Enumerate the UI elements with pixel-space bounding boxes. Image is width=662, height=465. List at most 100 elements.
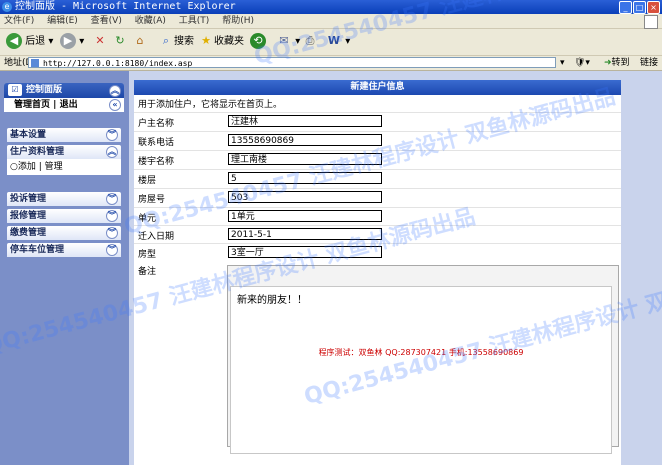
chevron-down-icon: ︾ (106, 129, 118, 141)
field-row-type: 房型 3室一厅 (134, 243, 621, 262)
search-icon: ⌕ (162, 34, 170, 47)
minimize-icon[interactable]: _ (619, 1, 632, 14)
shield-icon[interactable]: 🛡▾ (574, 56, 590, 70)
print-button[interactable]: ⎙ (302, 33, 318, 51)
unit-input[interactable]: 1单元 (228, 210, 382, 222)
home-link[interactable]: 管理首页 (14, 100, 50, 110)
field-row-owner: 户主名称 汪建林 (134, 112, 621, 131)
close-icon[interactable]: × (647, 1, 660, 14)
back-label: 后退 (25, 36, 46, 47)
history-icon: ⟲ (250, 33, 266, 49)
home-button[interactable]: ⌂ (132, 33, 148, 51)
favorites-button[interactable]: ★ 收藏夹 (198, 33, 244, 51)
collapse-icon[interactable]: « (109, 99, 121, 111)
sidebar-item-parking[interactable]: 停车车位管理 ︾ (7, 243, 121, 257)
sidebar: ☑ 控制面版 ︽ 管理首页 | 退出 « 基本设置 ︾ 住户资料管理 ︽ ○添加 … (0, 71, 129, 465)
field-row-room: 房屋号 503 (134, 188, 621, 207)
chevron-down-icon: ︾ (106, 193, 118, 205)
room-type-input[interactable]: 3室一厅 (228, 246, 382, 258)
maximize-icon[interactable]: □ (633, 1, 646, 14)
page-title: 新建住户信息 (134, 80, 621, 95)
field-row-phone: 联系电话 13558690869 (134, 131, 621, 150)
links-label[interactable]: 链接 (640, 56, 658, 70)
mail-button[interactable]: ✉ ▾ (276, 33, 300, 51)
sidebar-item-payments[interactable]: 缴费管理 ︾ (7, 226, 121, 240)
address-dropdown-icon[interactable]: ▾ (560, 56, 565, 70)
chevron-down-icon: ︾ (106, 227, 118, 239)
chevron-up-icon[interactable]: ︽ (109, 85, 121, 97)
manage-link[interactable]: 管理 (45, 162, 63, 172)
resident-form: 用于添加住户，它将显示在首页上。 户主名称 汪建林 联系电话 135586908… (134, 95, 621, 465)
star-icon: ★ (201, 34, 211, 47)
menu-file[interactable]: 文件(F) (4, 16, 34, 26)
menu-bar: 文件(F) 编辑(E) 查看(V) 收藏(A) 工具(T) 帮助(H) (0, 14, 662, 29)
menu-tools[interactable]: 工具(T) (179, 16, 210, 26)
dropdown-icon[interactable]: ▾ (79, 36, 84, 47)
logout-link[interactable]: 退出 (60, 100, 78, 110)
building-input[interactable]: 理工南楼 (228, 153, 382, 165)
address-input[interactable]: http://127.0.0.1:8180/index.asp (28, 57, 556, 68)
address-bar: 地址(D) http://127.0.0.1:8180/index.asp ▾ … (0, 56, 662, 71)
field-row-movein: 迁入日期 2011-5-1 (134, 225, 621, 244)
window-controls: _ □ × (618, 1, 660, 15)
back-arrow-icon: ◀ (6, 33, 22, 49)
menu-edit[interactable]: 编辑(E) (47, 16, 78, 26)
move-in-date-input[interactable]: 2011-5-1 (228, 228, 382, 240)
sidebar-links: 管理首页 | 退出 « (4, 98, 124, 112)
sidebar-header: ☑ 控制面版 ︽ (4, 83, 124, 98)
word-button[interactable]: W ▾ (326, 33, 350, 51)
bullet-icon: ○ (10, 162, 18, 172)
owner-name-input[interactable]: 汪建林 (228, 115, 382, 127)
page-icon (31, 59, 39, 67)
sidebar-submenu-resident: ○添加 | 管理 (7, 159, 121, 175)
forward-arrow-icon: ▶ (60, 33, 76, 49)
mail-icon: ✉ (279, 34, 289, 47)
refresh-button[interactable]: ↻ (112, 33, 128, 51)
field-row-building: 楼宇名称 理工南楼 (134, 150, 621, 169)
dropdown-icon[interactable]: ▾ (345, 36, 350, 47)
forward-button[interactable]: ▶ ▾ (60, 33, 84, 51)
go-arrow-icon: ➜ (604, 58, 612, 68)
ie-icon: e (2, 2, 12, 12)
menu-view[interactable]: 查看(V) (91, 16, 122, 26)
chevron-down-icon: ︾ (106, 244, 118, 256)
remark-editor: 新来的朋友！！ 程序测试：双鱼林 QQ:287307421 手机:1355869… (227, 265, 619, 454)
chevron-up-icon: ︽ (106, 146, 118, 158)
stop-icon: ✕ (95, 34, 105, 47)
remark-label: 备注 (138, 267, 157, 277)
address-url: http://127.0.0.1:8180/index.asp (43, 59, 193, 68)
dropdown-icon[interactable]: ▾ (48, 36, 53, 47)
word-icon: W (327, 34, 341, 47)
sidebar-item-repairs[interactable]: 报修管理 ︾ (7, 209, 121, 223)
favorites-label: 收藏夹 (214, 36, 244, 47)
menu-favorites[interactable]: 收藏(A) (135, 16, 166, 26)
refresh-icon: ↻ (115, 34, 125, 47)
history-button[interactable]: ⟲ (250, 33, 266, 51)
credit-text: 程序测试：双鱼林 QQ:287307421 手机:13558690869 (318, 348, 524, 357)
search-button[interactable]: ⌕ 搜索 (158, 33, 194, 51)
sidebar-item-basic-settings[interactable]: 基本设置 ︾ (7, 128, 121, 142)
sidebar-title: 控制面版 (26, 85, 63, 95)
go-label: 转到 (611, 58, 630, 68)
floor-input[interactable]: 5 (228, 172, 382, 184)
title-bar: e 控制面版 - Microsoft Internet Explorer _ □ × (0, 0, 662, 14)
menu-help[interactable]: 帮助(H) (222, 16, 254, 26)
print-icon: ⎙ (305, 34, 315, 47)
add-link[interactable]: 添加 (18, 162, 36, 172)
sidebar-item-resident-management[interactable]: 住户资料管理 ︽ (7, 145, 121, 159)
back-button[interactable]: ◀ 后退 ▾ (6, 33, 53, 51)
windows-logo-icon (644, 15, 658, 29)
go-button[interactable]: ➜转到 (604, 56, 630, 70)
stop-button[interactable]: ✕ (92, 33, 108, 51)
chevron-down-icon: ︾ (106, 210, 118, 222)
remark-textarea[interactable]: 新来的朋友！！ 程序测试：双鱼林 QQ:287307421 手机:1355869… (230, 286, 612, 454)
phone-input[interactable]: 13558690869 (228, 134, 382, 146)
sidebar-item-complaints[interactable]: 投诉管理 ︾ (7, 192, 121, 206)
dropdown-icon[interactable]: ▾ (295, 36, 300, 47)
home-icon: ⌂ (136, 34, 144, 47)
field-row-floor: 楼层 5 (134, 169, 621, 188)
remark-text: 新来的朋友！！ (237, 295, 307, 306)
toolbar: ◀ 后退 ▾ ▶ ▾ ✕ ↻ ⌂ ⌕ 搜索 ★ 收藏夹 ⟲ ✉ ▾ ⎙ W ▾ (0, 29, 662, 56)
room-number-input[interactable]: 503 (228, 191, 382, 203)
control-panel-icon: ☑ (8, 84, 22, 96)
